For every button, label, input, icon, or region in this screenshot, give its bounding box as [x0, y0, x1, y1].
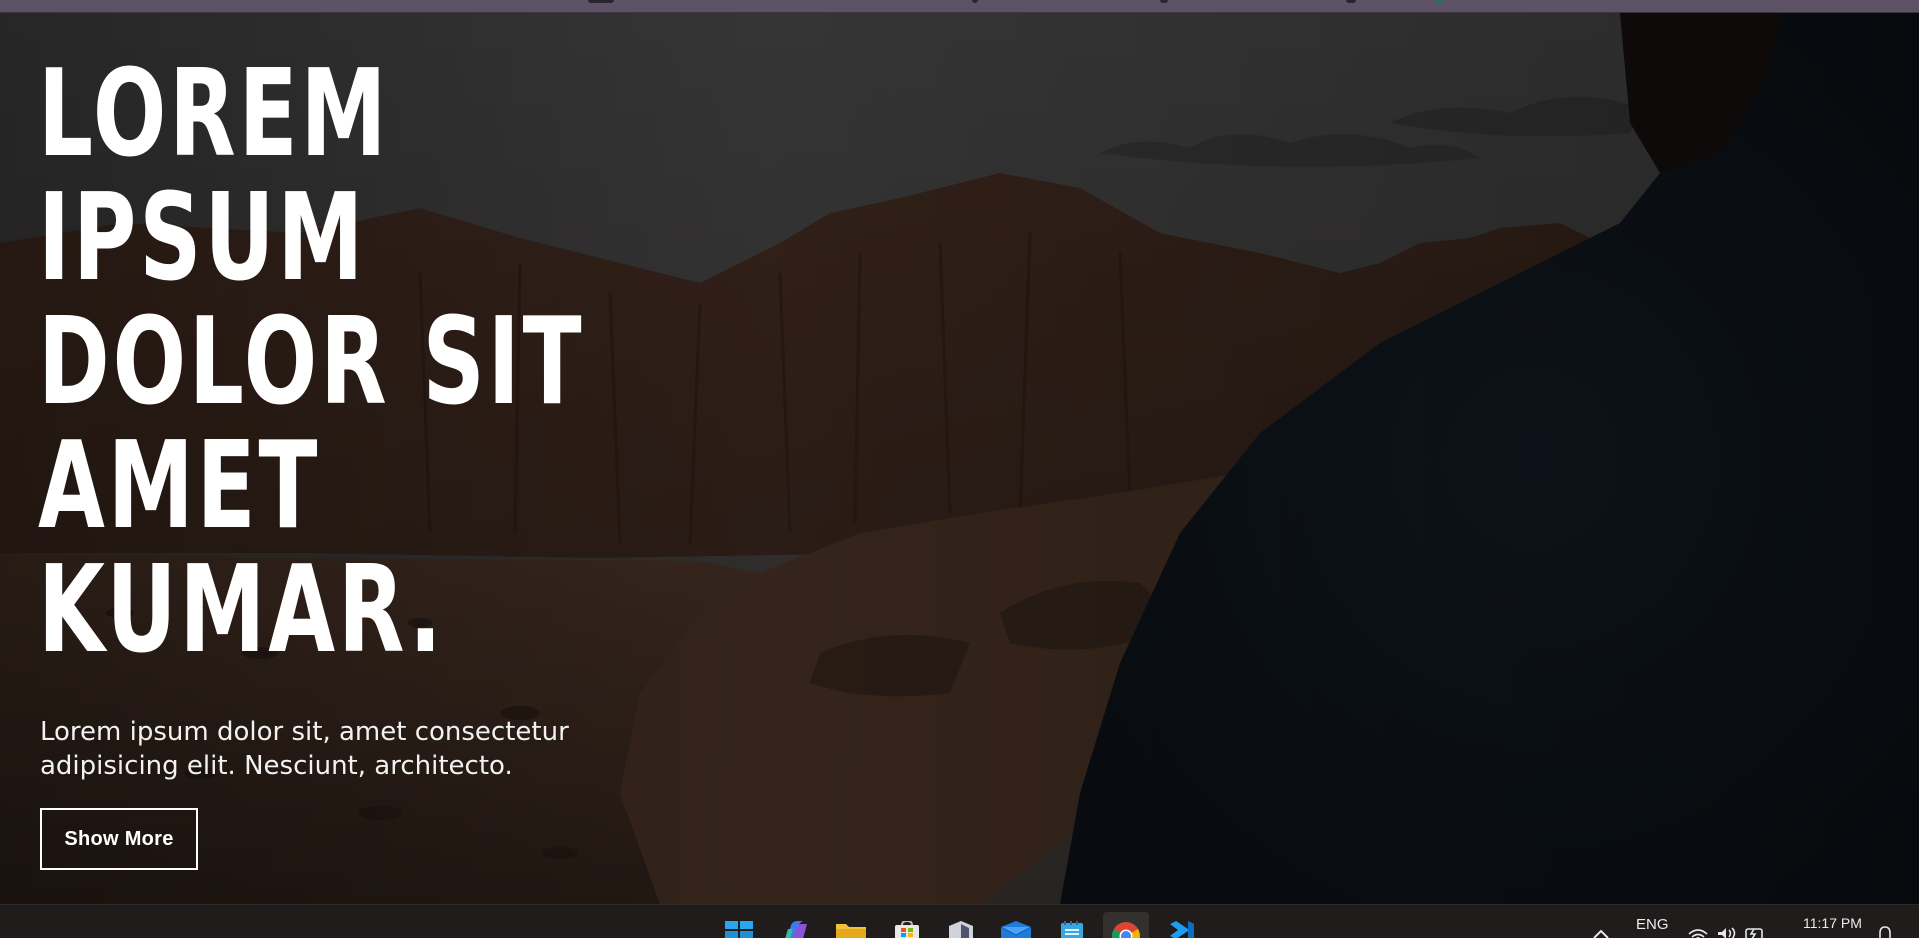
hero-subtext: Lorem ipsum dolor sit, amet consectetur … [40, 715, 600, 783]
tab-edge [1346, 0, 1356, 3]
hero-subtext-line: Lorem ipsum dolor sit, amet consectetur [40, 717, 569, 747]
vscode-icon[interactable] [1166, 921, 1196, 938]
show-hidden-icons-chevron-icon[interactable] [1592, 929, 1610, 938]
copilot-icon[interactable] [780, 921, 810, 938]
chrome-icon[interactable] [1111, 921, 1141, 938]
start-icon[interactable] [724, 921, 754, 938]
hero-headline: LOREM IPSUM DOLOR SIT AMET KUMAR. [38, 53, 584, 673]
headline-line: DOLOR SIT [38, 293, 585, 432]
headline-line: LOREM [38, 45, 390, 184]
mail-icon[interactable] [1001, 921, 1031, 938]
hero-subtext-line: adipisicing elit. Nesciunt, architecto. [40, 751, 513, 781]
file-explorer-icon[interactable] [836, 921, 866, 938]
taskbar-clock[interactable]: 11:17 PM [1803, 915, 1862, 931]
store-icon[interactable] [892, 921, 922, 938]
desktop-screen: LOREM IPSUM DOLOR SIT AMET KUMAR. Lorem … [0, 0, 1919, 938]
windows-taskbar: ENG 11:17 PM [0, 904, 1919, 938]
wifi-icon [1688, 929, 1708, 938]
system-tray-icons[interactable] [1688, 925, 1778, 938]
hero-section: LOREM IPSUM DOLOR SIT AMET KUMAR. Lorem … [0, 13, 1919, 904]
notepad-icon[interactable] [1057, 921, 1087, 938]
language-indicator[interactable]: ENG [1636, 916, 1669, 933]
headline-line: IPSUM [38, 169, 367, 308]
tab-edge [1434, 0, 1444, 3]
security-icon[interactable] [946, 921, 976, 938]
tab-edge [972, 0, 978, 3]
headline-line: KUMAR. [38, 541, 445, 680]
show-more-button[interactable]: Show More [40, 808, 198, 870]
headline-line: AMET [38, 417, 321, 556]
volume-icon [1718, 927, 1736, 938]
tab-edge [588, 0, 614, 3]
battery-icon [1745, 928, 1763, 938]
browser-window-top-edge [0, 0, 1919, 13]
tab-edge [1160, 0, 1168, 3]
notification-bell-icon[interactable] [1877, 925, 1893, 938]
